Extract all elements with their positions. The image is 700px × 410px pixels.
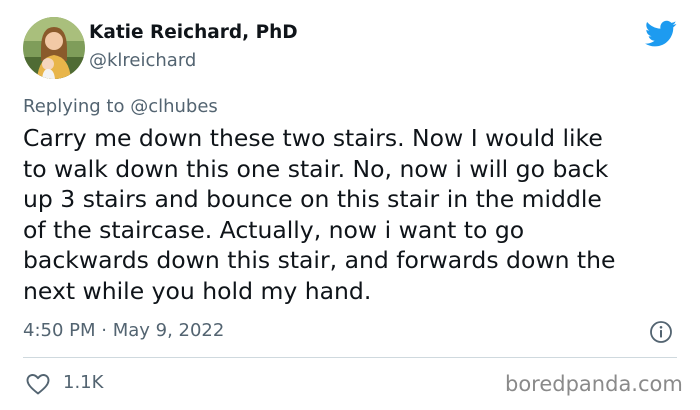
reply-mention-link[interactable]: @clhubes: [130, 96, 218, 117]
author-handle[interactable]: @klreichard: [89, 50, 196, 71]
tweet-text: Carry me down these two stairs. Now I wo…: [23, 123, 693, 307]
heart-icon[interactable]: [25, 372, 51, 396]
tweet-line: of the staircase. Actually, now i want t…: [23, 215, 525, 244]
reply-prefix: Replying to: [23, 96, 131, 117]
tweet-line: up 3 stairs and bounce on this stair in …: [23, 185, 602, 214]
tweet-line: Carry me down these two stairs. Now I wo…: [23, 124, 603, 152]
profile-photo: [23, 17, 85, 79]
info-icon[interactable]: [649, 320, 673, 344]
like-count: 1.1K: [63, 372, 104, 393]
tweet-line: backwards down this stair, and forwards …: [23, 246, 616, 275]
author-display-name[interactable]: Katie Reichard, PhD: [89, 22, 298, 43]
divider: [23, 357, 677, 358]
watermark: boredpanda.com: [505, 372, 683, 396]
twitter-bird-icon[interactable]: [645, 20, 677, 48]
avatar[interactable]: [23, 17, 85, 79]
tweet-line: next while you hold my hand.: [23, 276, 372, 305]
tweet-timestamp[interactable]: 4:50 PM · May 9, 2022: [23, 320, 224, 341]
tweet-line: to walk down this one stair. No, now i w…: [23, 154, 609, 183]
reply-context: Replying to @clhubes: [23, 96, 218, 117]
